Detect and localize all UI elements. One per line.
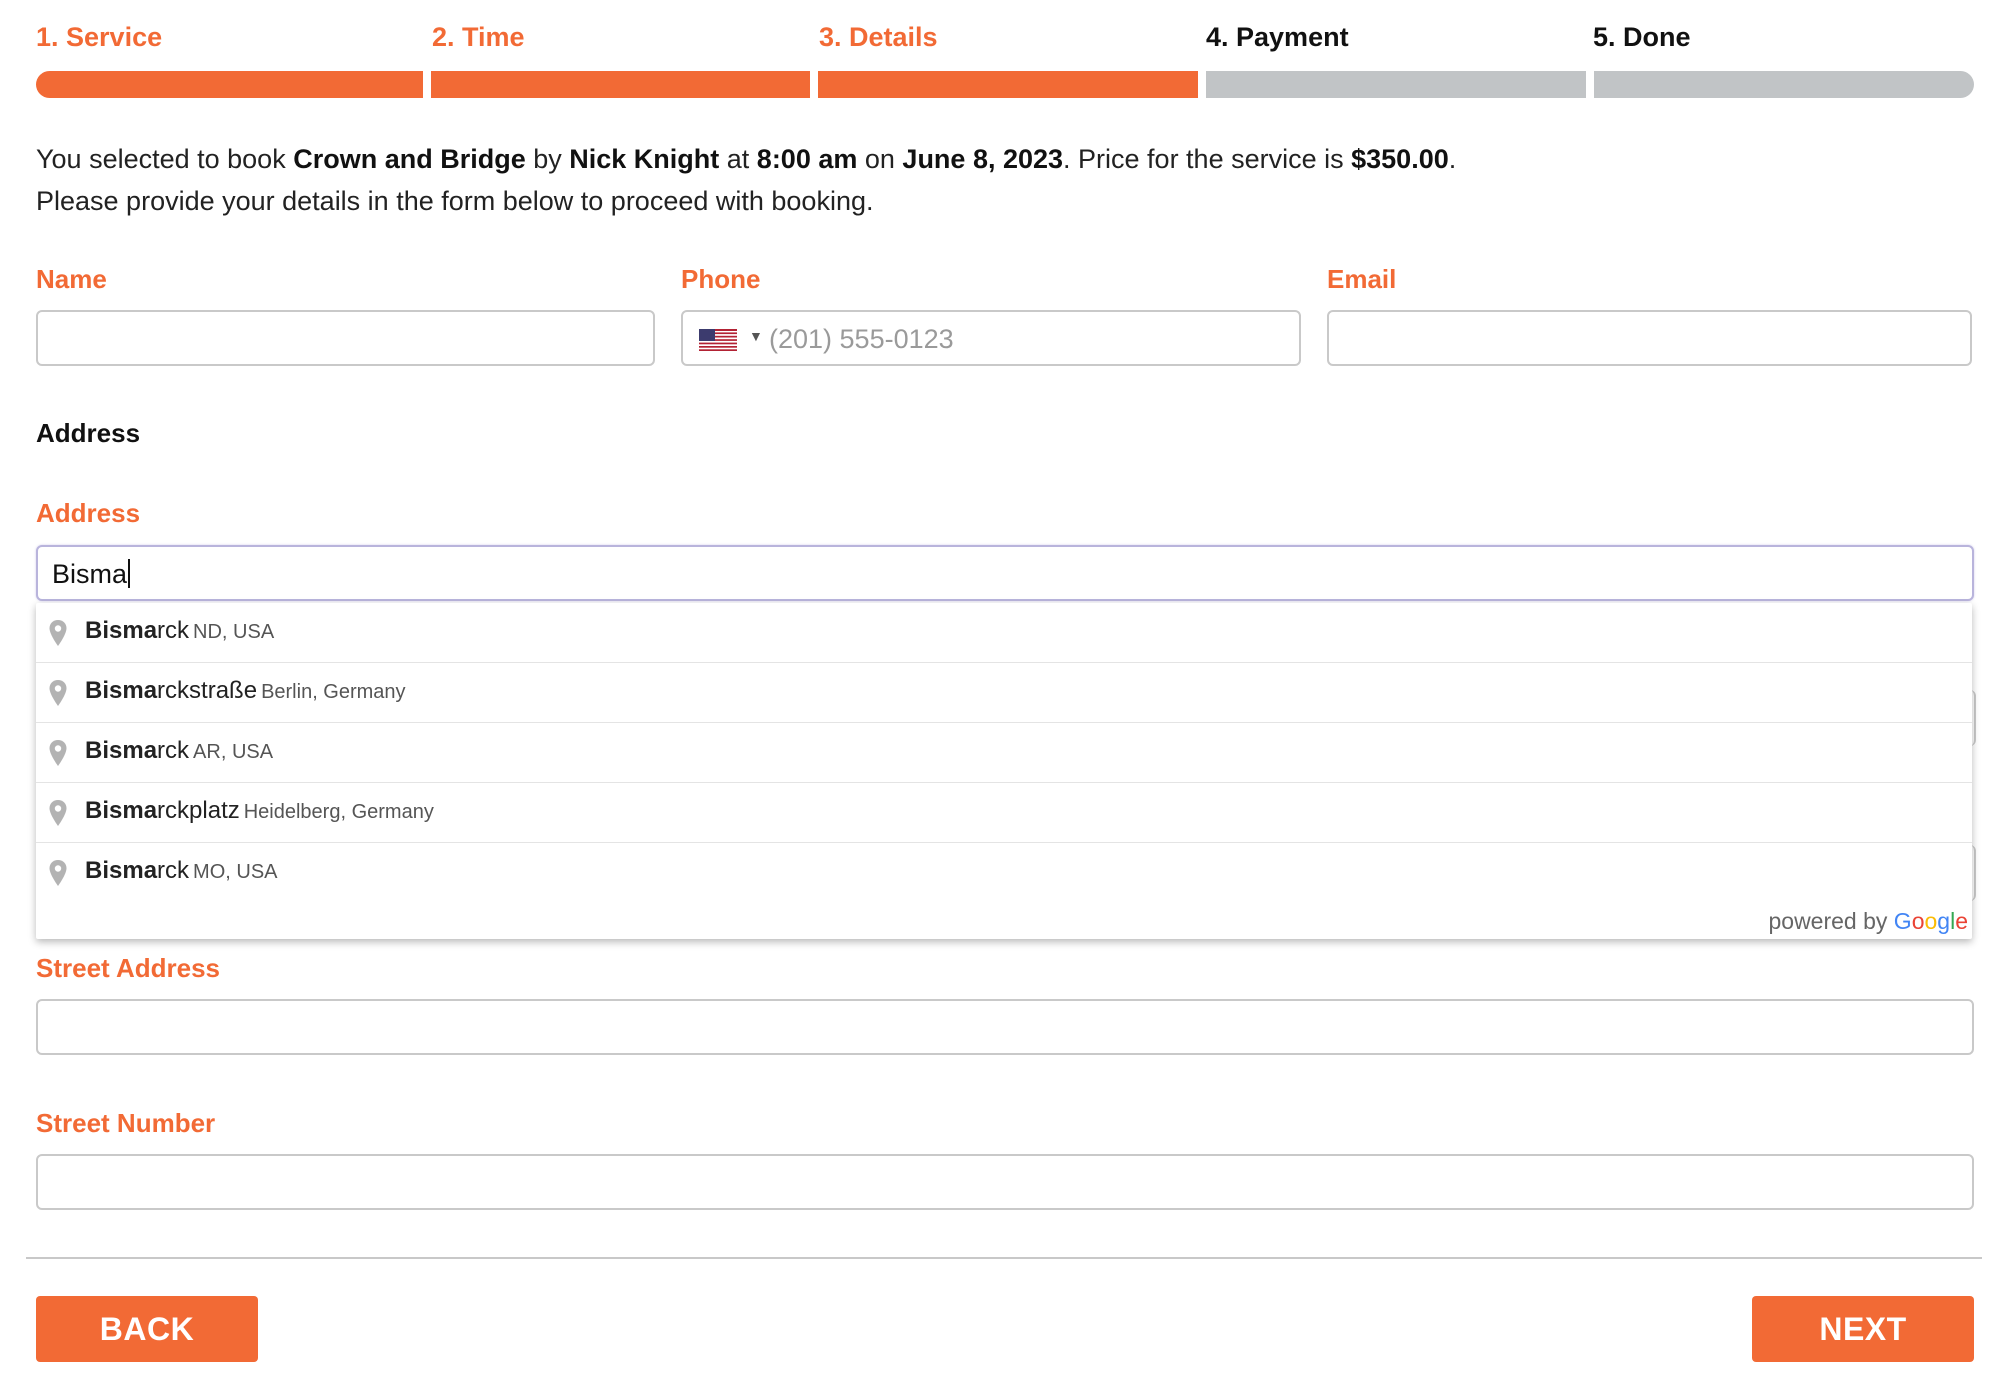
address-autocomplete-dropdown: Bismarck ND, USA Bismarckstraße Berlin, Ge…	[36, 603, 1972, 939]
step-payment: 4. Payment	[1206, 22, 1349, 52]
step-time-bar	[431, 71, 810, 98]
autocomplete-item[interactable]: Bismarck AR, USA	[36, 723, 1972, 783]
email-label: Email	[1327, 264, 1397, 294]
next-button[interactable]: NEXT	[1752, 1296, 1974, 1362]
booking-summary-line-2: Please provide your details in the form …	[36, 186, 874, 216]
footer-divider	[26, 1257, 1982, 1259]
autocomplete-item[interactable]: Bismarck MO, USA	[36, 843, 1972, 903]
autocomplete-item[interactable]: Bismarck ND, USA	[36, 603, 1972, 663]
map-pin-icon	[49, 740, 67, 766]
powered-by-google: powered by Google	[1768, 908, 1968, 934]
map-pin-icon	[49, 800, 67, 826]
booking-summary-line-1: You selected to book Crown and Bridge by…	[36, 144, 1457, 174]
booking-time: 8:00 am	[756, 144, 858, 174]
address-input-value: Bisma	[52, 559, 131, 590]
email-input[interactable]	[1327, 310, 1972, 366]
country-dropdown-caret-icon[interactable]: ▼	[749, 328, 763, 344]
booking-date: June 8, 2023	[902, 144, 1064, 174]
step-service-bar	[36, 71, 423, 98]
address-section-heading: Address	[36, 418, 141, 448]
street-number-input[interactable]	[36, 1154, 1974, 1210]
phone-placeholder: (201) 555-0123	[769, 324, 954, 354]
step-details-bar	[818, 71, 1198, 98]
step-time[interactable]: 2. Time	[432, 22, 525, 53]
name-label: Name	[36, 264, 107, 294]
street-address-label: Street Address	[36, 953, 220, 983]
map-pin-icon	[49, 620, 67, 646]
autocomplete-item[interactable]: Bismarckplatz Heidelberg, Germany	[36, 783, 1972, 843]
map-pin-icon	[49, 680, 67, 706]
staff-name: Nick Knight	[569, 144, 720, 174]
phone-label: Phone	[681, 264, 761, 294]
autocomplete-item[interactable]: Bismarckstraße Berlin, Germany	[36, 663, 1972, 723]
text-caret	[128, 559, 131, 588]
map-pin-icon	[49, 860, 67, 886]
step-service[interactable]: 1. Service	[36, 22, 162, 53]
address-input[interactable]: Bisma	[36, 545, 1974, 601]
step-payment-bar	[1206, 71, 1586, 98]
street-number-label: Street Number	[36, 1108, 216, 1138]
google-logo: Google	[1893, 908, 1968, 934]
booking-summary: You selected to book Crown and Bridge by…	[36, 138, 1456, 222]
service-price: $350.00	[1351, 144, 1449, 174]
phone-input[interactable]: ▼ (201) 555-0123	[681, 310, 1301, 366]
name-input[interactable]	[36, 310, 655, 366]
us-flag-icon[interactable]	[699, 329, 737, 351]
step-done: 5. Done	[1593, 22, 1691, 52]
street-address-input[interactable]	[36, 999, 1974, 1055]
back-button[interactable]: BACK	[36, 1296, 258, 1362]
step-done-bar	[1594, 71, 1974, 98]
step-details[interactable]: 3. Details	[819, 22, 938, 53]
service-name: Crown and Bridge	[293, 144, 526, 174]
booking-form-page: 1. Service 2. Time 3. Details 4. Payment…	[0, 0, 2000, 1390]
address-label: Address	[36, 498, 141, 528]
